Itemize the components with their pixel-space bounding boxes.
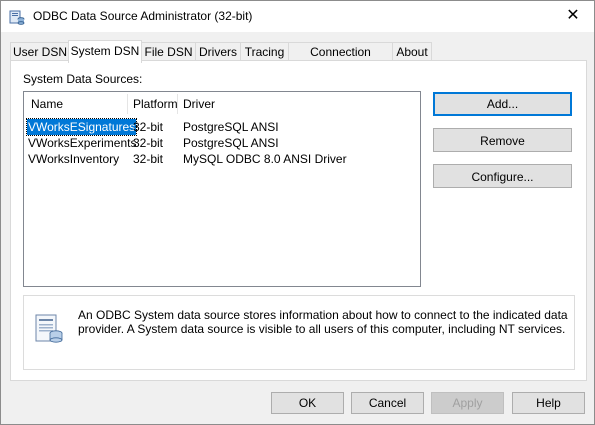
table-row[interactable]: VWorksExperiments 32-bit PostgreSQL ANSI [28,135,418,151]
info-description: An ODBC System data source stores inform… [78,308,568,336]
column-separator[interactable] [127,94,128,114]
cell-name: VWorksESignatures [25,118,138,136]
close-button[interactable]: ✕ [558,5,588,27]
cell-platform: 32-bit [133,152,164,166]
tab-file-dsn[interactable]: File DSN [141,42,196,61]
cell-platform: 32-bit [133,120,164,134]
data-sources-list[interactable]: Name Platform Driver VWorksESignatures 3… [23,91,421,287]
tab-connection-pooling[interactable]: Connection Pooling [288,42,393,77]
column-separator[interactable] [177,94,178,114]
system-data-sources-label: System Data Sources: [23,72,143,86]
table-row[interactable]: VWorksInventory 32-bit MySQL ODBC 8.0 AN… [28,151,418,167]
tab-tracing[interactable]: Tracing [240,42,289,61]
cell-name: VWorksInventory [28,152,120,166]
cell-platform: 32-bit [133,136,164,150]
apply-button[interactable]: Apply [431,392,504,414]
tab-drivers[interactable]: Drivers [195,42,241,61]
remove-button[interactable]: Remove [433,128,572,152]
cell-driver: PostgreSQL ANSI [183,136,279,150]
add-button[interactable]: Add... [433,92,572,116]
odbc-administrator-window: ODBC Data Source Administrator (32-bit) … [0,0,595,425]
cell-name: VWorksExperiments [28,136,137,150]
tab-about[interactable]: About [392,42,432,61]
cancel-button[interactable]: Cancel [351,392,424,414]
info-box: An ODBC System data source stores inform… [23,295,575,370]
column-header-driver[interactable]: Driver [183,97,215,111]
configure-button[interactable]: Configure... [433,164,572,188]
tab-user-dsn[interactable]: User DSN [10,42,70,61]
window-title: ODBC Data Source Administrator (32-bit) [33,9,253,23]
ok-button[interactable]: OK [271,392,344,414]
column-header-platform[interactable]: Platform [133,97,178,111]
odbc-app-icon [9,10,25,25]
title-bar[interactable]: ODBC Data Source Administrator (32-bit) … [1,1,594,32]
cell-driver: PostgreSQL ANSI [183,120,279,134]
tab-system-dsn[interactable]: System DSN [68,40,142,63]
cell-driver: MySQL ODBC 8.0 ANSI Driver [183,152,347,166]
column-header-name[interactable]: Name [31,97,63,111]
data-source-info-icon [35,314,63,343]
system-dsn-panel: System Data Sources: Name Platform Drive… [10,60,587,381]
table-row[interactable]: VWorksESignatures 32-bit PostgreSQL ANSI [25,118,418,136]
help-button[interactable]: Help [512,392,585,414]
